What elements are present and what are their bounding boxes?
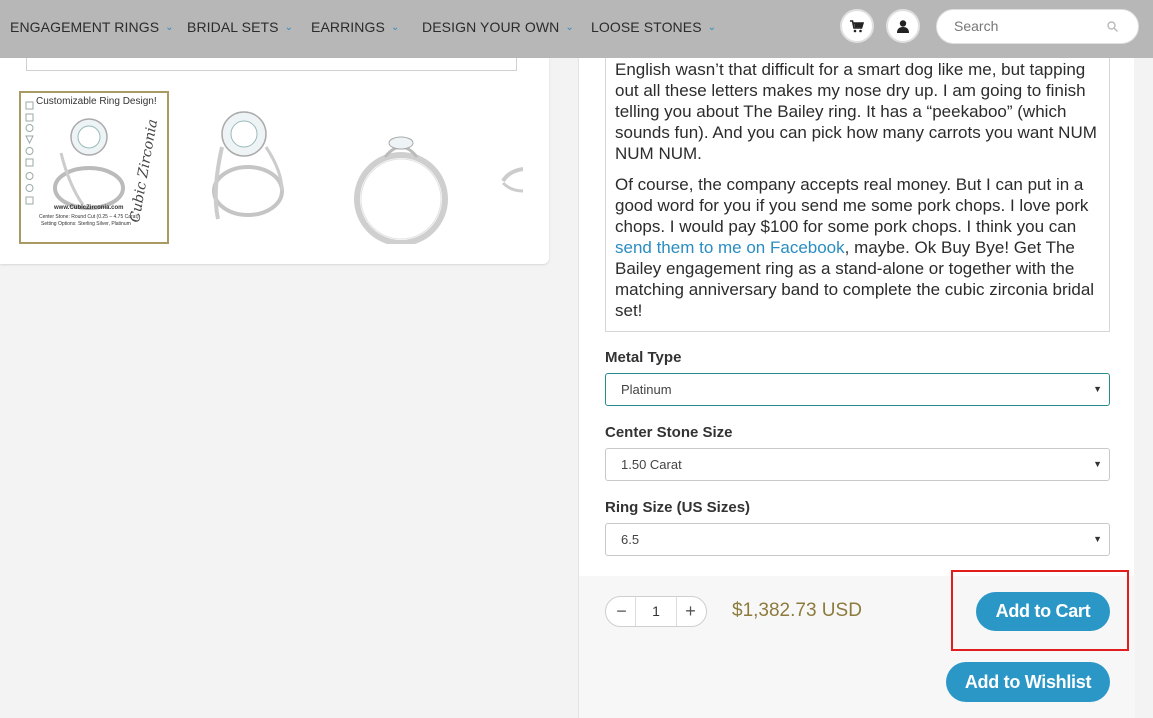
nav-label: LOOSE STONES [591, 19, 702, 35]
description-paragraph-2: Of course, the company accepts real mone… [615, 174, 1100, 321]
nav-bridal-sets[interactable]: BRIDAL SETS ⌄ [187, 19, 293, 35]
select-value: 1.50 Carat [621, 457, 682, 472]
select-value: Platinum [621, 382, 672, 397]
nav-label: DESIGN YOUR OWN [422, 19, 560, 35]
nav-earrings[interactable]: EARRINGS ⌄ [311, 19, 399, 35]
cart-icon [850, 19, 864, 32]
gallery-thumb-3[interactable] [345, 91, 460, 244]
chevron-down-icon: ▼ [1093, 459, 1102, 469]
nav-label: EARRINGS [311, 19, 385, 35]
chevron-down-icon: ⌄ [707, 22, 717, 33]
ring-image [212, 111, 284, 220]
center-stone-size-label: Center Stone Size [605, 424, 733, 441]
top-nav: ENGAGEMENT RINGS ⌄ BRIDAL SETS ⌄ EARRINGS ⌄… [0, 0, 1153, 58]
thumb-setting-options: Setting Options: Sterling Silver, Platin… [41, 221, 131, 227]
quantity-decrease-button[interactable]: − [608, 597, 636, 626]
chevron-down-icon: ⌄ [390, 22, 400, 33]
ring-image [501, 167, 523, 193]
chevron-down-icon: ▼ [1093, 534, 1102, 544]
center-stone-size-select[interactable]: 1.50 Carat ▼ [605, 448, 1110, 481]
chevron-down-icon: ▼ [1093, 384, 1102, 394]
quantity-input[interactable] [636, 603, 676, 619]
search-input[interactable] [954, 18, 1104, 34]
facebook-link[interactable]: send them to me on Facebook [615, 238, 845, 257]
ring-size-select[interactable]: 6.5 ▼ [605, 523, 1110, 556]
search-icon[interactable] [1107, 21, 1118, 32]
thumb-center-stone: Center Stone: Round Cut (0.25 – 4.75 Car… [39, 214, 139, 220]
description-text: Of course, the company accepts real mone… [615, 175, 1089, 236]
add-to-wishlist-button[interactable]: Add to Wishlist [946, 662, 1110, 702]
nav-label: BRIDAL SETS [187, 19, 279, 35]
main-image-frame [26, 58, 517, 71]
nav-loose-stones[interactable]: LOOSE STONES ⌄ [591, 19, 716, 35]
product-description: English wasn’t that difficult for a smar… [605, 58, 1110, 332]
gallery-thumb-4[interactable] [495, 91, 523, 244]
ring-image [354, 136, 448, 244]
select-value: 6.5 [621, 532, 640, 547]
thumb-title: Customizable Ring Design! [36, 96, 157, 107]
gallery-thumb-1[interactable]: Cubic Zirconia Customizable Ring Design!… [19, 91, 169, 244]
gallery-thumb-2[interactable] [186, 91, 316, 244]
cart-button[interactable] [840, 9, 874, 43]
metal-type-label: Metal Type [605, 349, 682, 366]
add-to-cart-button[interactable]: Add to Cart [976, 592, 1110, 631]
ring-size-label: Ring Size (US Sizes) [605, 499, 751, 516]
product-gallery: Cubic Zirconia Customizable Ring Design!… [0, 58, 549, 264]
user-icon [897, 19, 909, 33]
search-box [936, 9, 1139, 44]
account-button[interactable] [886, 9, 920, 43]
product-price: $1,382.73 USD [732, 600, 862, 621]
product-details: English wasn’t that difficult for a smar… [578, 58, 1135, 718]
chevron-down-icon: ⌄ [284, 22, 294, 33]
nav-design-your-own[interactable]: DESIGN YOUR OWN ⌄ [422, 19, 574, 35]
description-paragraph-1: English wasn’t that difficult for a smar… [615, 60, 1097, 163]
chevron-down-icon: ⌄ [165, 22, 174, 33]
thumb-url: www.CubicZirconia.com [54, 205, 124, 211]
metal-type-select[interactable]: Platinum ▼ [605, 373, 1110, 406]
nav-engagement-rings[interactable]: ENGAGEMENT RINGS ⌄ [10, 19, 174, 35]
nav-label: ENGAGEMENT RINGS [10, 19, 160, 35]
quantity-stepper: − + [605, 596, 707, 627]
quantity-increase-button[interactable]: + [676, 597, 704, 626]
chevron-down-icon: ⌄ [565, 22, 574, 33]
purchase-area: − + $1,382.73 USD Add to Cart Add to Wis… [579, 576, 1135, 718]
